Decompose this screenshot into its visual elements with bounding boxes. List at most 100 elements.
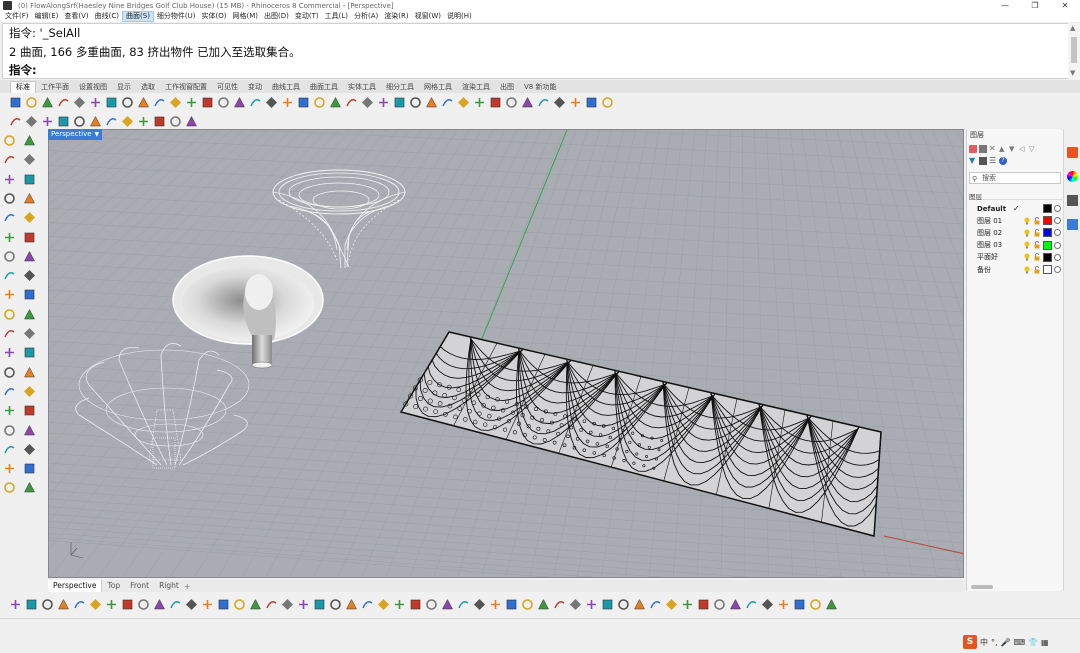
standard-tool-25-icon[interactable] xyxy=(408,95,423,110)
collapse-icon[interactable]: ◁ xyxy=(1019,145,1027,153)
standard-tool-36-icon[interactable] xyxy=(584,95,599,110)
new-sublayer-icon[interactable] xyxy=(979,145,987,153)
materials-panel-icon[interactable] xyxy=(1067,171,1078,182)
standard-tool-37-icon[interactable] xyxy=(600,95,615,110)
left-tool-12-0-icon[interactable] xyxy=(2,365,17,380)
ime-logo-icon[interactable]: S xyxy=(963,635,977,649)
menu-item-7[interactable]: 网格(M) xyxy=(230,11,262,22)
bottom-tool-32-icon[interactable] xyxy=(520,597,535,612)
left-tool-5-1-icon[interactable] xyxy=(22,230,37,245)
visibility-bulb-icon[interactable] xyxy=(1023,217,1031,225)
move-up-icon[interactable]: ▲ xyxy=(999,145,1007,153)
bottom-tool-46-icon[interactable] xyxy=(744,597,759,612)
bottom-tool-47-icon[interactable] xyxy=(760,597,775,612)
visibility-bulb-icon[interactable] xyxy=(1023,265,1031,274)
menu-item-3[interactable]: 曲线(C) xyxy=(92,11,122,22)
viewport-menu-caret-icon[interactable]: ▼ xyxy=(95,129,100,140)
bottom-tool-41-icon[interactable] xyxy=(664,597,679,612)
bottom-tool-24-icon[interactable] xyxy=(392,597,407,612)
left-tool-1-0-icon[interactable] xyxy=(2,152,17,167)
toolbar-tab-15[interactable]: V8 新功能 xyxy=(519,82,561,93)
standard-tool-12-icon[interactable] xyxy=(200,95,215,110)
view-tab-right[interactable]: Right xyxy=(154,580,184,592)
bottom-tool-30-icon[interactable] xyxy=(488,597,503,612)
secondary-tool-5-icon[interactable] xyxy=(88,114,103,129)
standard-tool-0-icon[interactable] xyxy=(8,95,23,110)
material-circle-icon[interactable] xyxy=(1054,266,1061,273)
standard-tool-15-icon[interactable] xyxy=(248,95,263,110)
secondary-tool-8-icon[interactable] xyxy=(136,114,151,129)
standard-tool-9-icon[interactable] xyxy=(152,95,167,110)
standard-tool-8-icon[interactable] xyxy=(136,95,151,110)
help-icon[interactable]: ? xyxy=(999,157,1007,165)
standard-tool-22-icon[interactable] xyxy=(360,95,375,110)
bottom-tool-8-icon[interactable] xyxy=(136,597,151,612)
left-tool-8-1-icon[interactable] xyxy=(22,287,37,302)
layer-row[interactable]: 图层 02 xyxy=(969,227,1063,238)
bottom-tool-0-icon[interactable] xyxy=(8,597,23,612)
left-tool-11-1-icon[interactable] xyxy=(22,345,37,360)
menu-item-9[interactable]: 变动(T) xyxy=(292,11,322,22)
left-tool-10-0-icon[interactable] xyxy=(2,326,17,341)
bottom-tool-19-icon[interactable] xyxy=(312,597,327,612)
perspective-viewport[interactable] xyxy=(48,129,964,578)
ime-item-4[interactable]: 👕 xyxy=(1028,638,1038,647)
view-tab-front[interactable]: Front xyxy=(125,580,154,592)
left-tool-9-0-icon[interactable] xyxy=(2,307,17,322)
left-tool-9-1-icon[interactable] xyxy=(22,307,37,322)
secondary-tool-11-icon[interactable] xyxy=(184,114,199,129)
menu-item-11[interactable]: 分析(A) xyxy=(351,11,381,22)
bottom-tool-28-icon[interactable] xyxy=(456,597,471,612)
toolbar-tab-8[interactable]: 曲线工具 xyxy=(267,82,305,93)
left-tool-18-1-icon[interactable] xyxy=(22,480,37,495)
ime-item-3[interactable]: ⌨ xyxy=(1014,638,1026,647)
bottom-tool-40-icon[interactable] xyxy=(648,597,663,612)
menu-item-5[interactable]: 细分物件(U) xyxy=(154,11,199,22)
filter-icon[interactable]: ▼ xyxy=(969,157,977,165)
left-tool-16-1-icon[interactable] xyxy=(22,442,37,457)
bottom-tool-15-icon[interactable] xyxy=(248,597,263,612)
bottom-tool-33-icon[interactable] xyxy=(536,597,551,612)
viewport-title-tab[interactable]: Perspective ▼ xyxy=(48,129,103,140)
bottom-tool-45-icon[interactable] xyxy=(728,597,743,612)
menu-item-12[interactable]: 渲染(R) xyxy=(381,11,411,22)
add-view-tab-button[interactable]: + xyxy=(184,582,191,591)
delete-layer-icon[interactable]: ✕ xyxy=(989,145,997,153)
ime-item-2[interactable]: 🎤 xyxy=(1001,638,1011,647)
left-tool-12-1-icon[interactable] xyxy=(22,365,37,380)
bottom-tool-51-icon[interactable] xyxy=(824,597,839,612)
layer-name[interactable]: 图层 02 xyxy=(969,228,1013,238)
standard-tool-35-icon[interactable] xyxy=(568,95,583,110)
standard-tool-7-icon[interactable] xyxy=(120,95,135,110)
current-layer-check-icon[interactable]: ✓ xyxy=(1013,204,1023,213)
bottom-tool-2-icon[interactable] xyxy=(40,597,55,612)
viewport-canvas[interactable] xyxy=(49,130,964,578)
list-icon[interactable] xyxy=(979,157,987,165)
layers-scrollbar[interactable] xyxy=(971,585,993,589)
standard-tool-20-icon[interactable] xyxy=(328,95,343,110)
standard-tool-31-icon[interactable] xyxy=(504,95,519,110)
left-tool-3-1-icon[interactable] xyxy=(22,191,37,206)
lock-icon[interactable] xyxy=(1033,241,1041,249)
left-tool-2-1-icon[interactable] xyxy=(22,172,37,187)
toolbar-tab-6[interactable]: 可见性 xyxy=(212,82,243,93)
standard-tool-32-icon[interactable] xyxy=(520,95,535,110)
bottom-tool-35-icon[interactable] xyxy=(568,597,583,612)
command-scrollbar[interactable]: ▲ ▼ xyxy=(1068,23,1080,79)
layer-name[interactable]: Default xyxy=(969,205,1013,213)
left-tool-16-0-icon[interactable] xyxy=(2,442,17,457)
new-layer-icon[interactable] xyxy=(969,145,977,153)
left-tool-6-0-icon[interactable] xyxy=(2,249,17,264)
layer-search-field[interactable]: ⚲ 搜索 xyxy=(969,172,1061,184)
bottom-tool-34-icon[interactable] xyxy=(552,597,567,612)
bottom-tool-49-icon[interactable] xyxy=(792,597,807,612)
secondary-tool-4-icon[interactable] xyxy=(72,114,87,129)
bottom-tool-23-icon[interactable] xyxy=(376,597,391,612)
layer-row[interactable]: 备份 xyxy=(969,264,1063,275)
standard-tool-29-icon[interactable] xyxy=(472,95,487,110)
layer-row[interactable]: 平面好 xyxy=(969,252,1063,263)
view-tab-perspective[interactable]: Perspective xyxy=(48,580,103,592)
secondary-tool-2-icon[interactable] xyxy=(40,114,55,129)
bottom-tool-9-icon[interactable] xyxy=(152,597,167,612)
bottom-tool-17-icon[interactable] xyxy=(280,597,295,612)
